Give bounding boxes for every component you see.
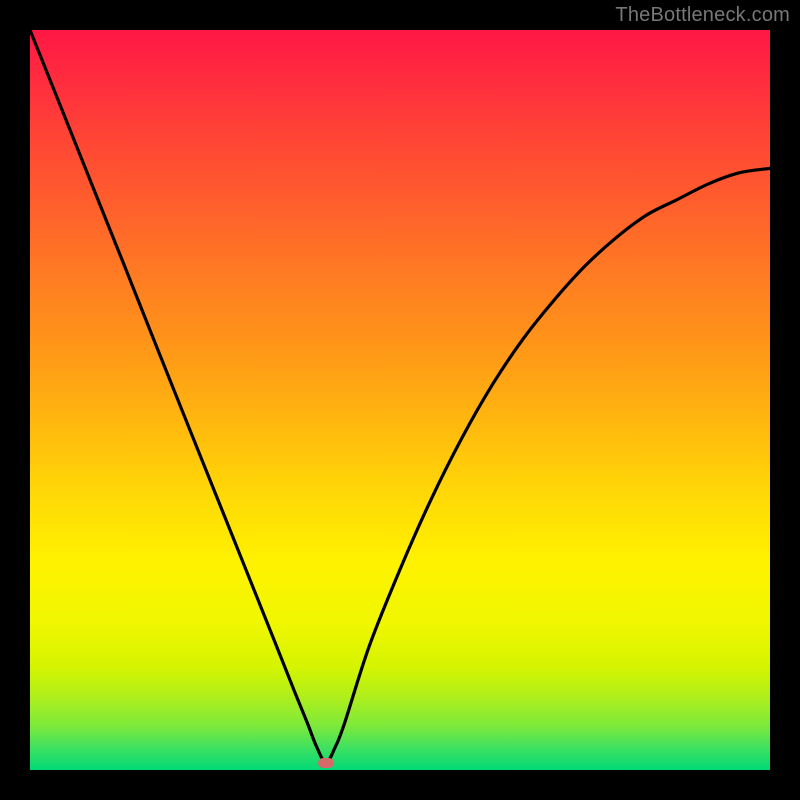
chart-frame: TheBottleneck.com (0, 0, 800, 800)
plot-area (30, 30, 770, 770)
optimal-point-marker (318, 758, 334, 768)
bottleneck-curve (30, 30, 770, 770)
watermark-text: TheBottleneck.com (615, 4, 790, 27)
